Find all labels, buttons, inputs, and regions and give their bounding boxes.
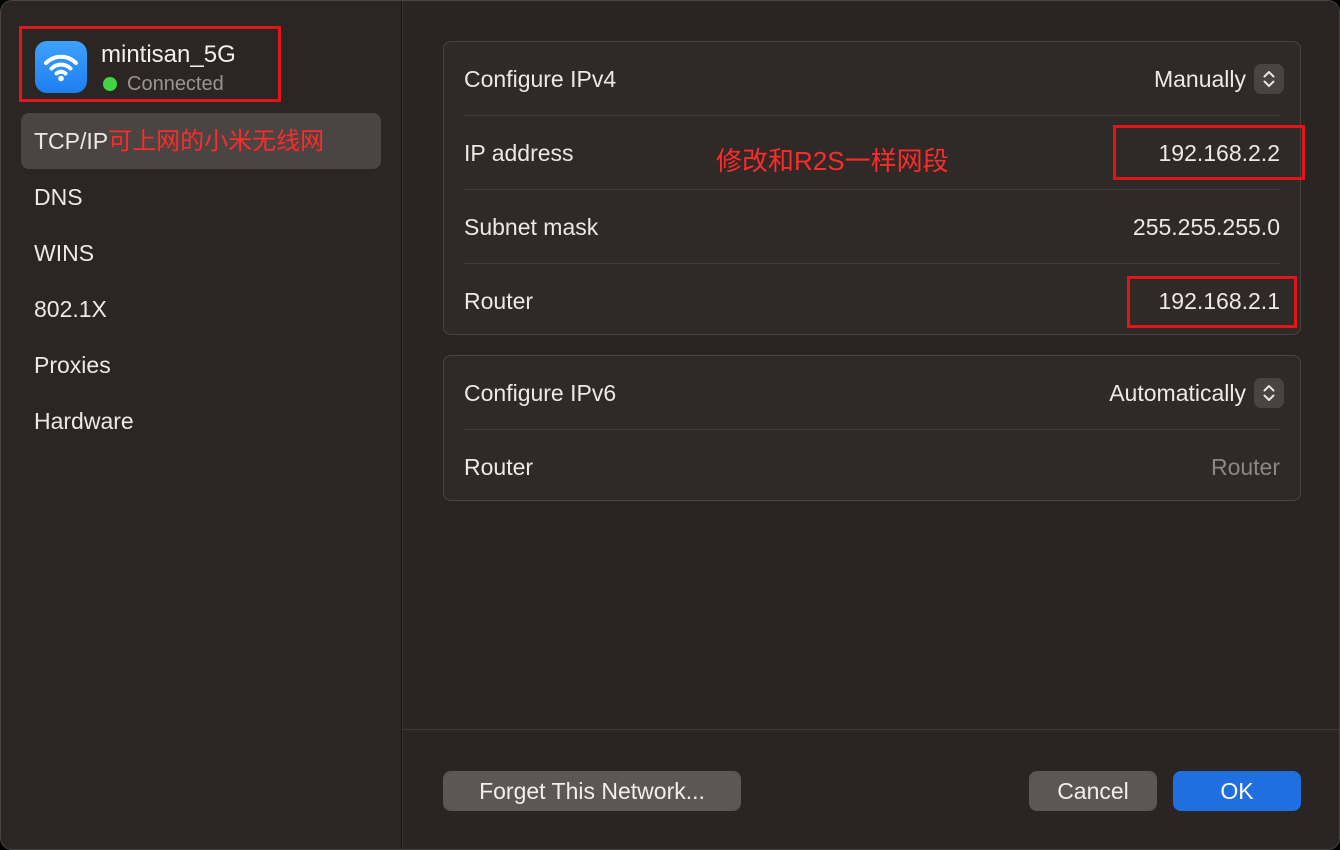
sidebar: mintisan_5G Connected TCP/IP可上网的小米无线网 DN… xyxy=(1,1,403,849)
ipv6-router-label: Router xyxy=(464,454,534,480)
configure-ipv6-label: Configure IPv6 xyxy=(464,380,617,406)
ipv6-router-row: Router Router xyxy=(464,430,1280,504)
configure-ipv4-popup[interactable]: Manually xyxy=(1154,42,1284,116)
sidebar-nav: TCP/IP可上网的小米无线网 DNS WINS 802.1X Proxies … xyxy=(21,113,381,449)
sidebar-item-label: Hardware xyxy=(34,408,134,434)
subnet-mask-row: Subnet mask 255.255.255.0 xyxy=(464,190,1280,264)
sidebar-item-label: 802.1X xyxy=(34,296,107,322)
router-label: Router xyxy=(464,288,534,314)
sidebar-item-label: Proxies xyxy=(34,352,111,378)
sidebar-item-label: WINS xyxy=(34,240,95,266)
sidebar-item-wins[interactable]: WINS xyxy=(21,225,381,281)
configure-ipv6-value: Automatically xyxy=(1109,379,1246,406)
chevron-up-down-icon xyxy=(1254,64,1284,94)
main-panel: Configure IPv4 Manually IP address 192.1… xyxy=(403,1,1339,849)
subnet-mask-field[interactable]: 255.255.255.0 xyxy=(1133,190,1280,264)
sidebar-item-label: DNS xyxy=(34,184,83,210)
ip-address-highlight xyxy=(1113,125,1305,180)
ip-annotation-text: 修改和R2S一样网段 xyxy=(716,146,949,176)
sidebar-item-proxies[interactable]: Proxies xyxy=(21,337,381,393)
ip-address-label: IP address xyxy=(464,140,574,166)
forget-network-button[interactable]: Forget This Network... xyxy=(443,771,741,811)
cancel-button[interactable]: Cancel xyxy=(1029,771,1157,811)
configure-ipv4-label: Configure IPv4 xyxy=(464,66,617,92)
sidebar-item-hardware[interactable]: Hardware xyxy=(21,393,381,449)
sidebar-item-8021x[interactable]: 802.1X xyxy=(21,281,381,337)
ok-button[interactable]: OK xyxy=(1173,771,1301,811)
configure-ipv4-value: Manually xyxy=(1153,65,1246,92)
ipv6-group: Configure IPv6 Automatically Router Rout… xyxy=(443,355,1301,501)
network-details-dialog: mintisan_5G Connected TCP/IP可上网的小米无线网 DN… xyxy=(0,0,1340,850)
subnet-mask-label: Subnet mask xyxy=(464,214,599,240)
network-header-highlight xyxy=(19,26,281,102)
sidebar-annotation-text: 可上网的小米无线网 xyxy=(108,128,325,155)
footer-divider xyxy=(403,729,1339,730)
configure-ipv6-row: Configure IPv6 Automatically xyxy=(464,356,1284,430)
configure-ipv4-row: Configure IPv4 Manually xyxy=(464,42,1284,116)
sidebar-item-dns[interactable]: DNS xyxy=(21,169,381,225)
sidebar-item-label: TCP/IP xyxy=(34,128,109,154)
ipv6-router-field[interactable]: Router xyxy=(1211,430,1280,504)
router-highlight xyxy=(1127,276,1297,328)
chevron-up-down-icon xyxy=(1254,378,1284,408)
sidebar-item-tcpip[interactable]: TCP/IP可上网的小米无线网 xyxy=(21,113,381,169)
configure-ipv6-popup[interactable]: Automatically xyxy=(1109,356,1284,430)
